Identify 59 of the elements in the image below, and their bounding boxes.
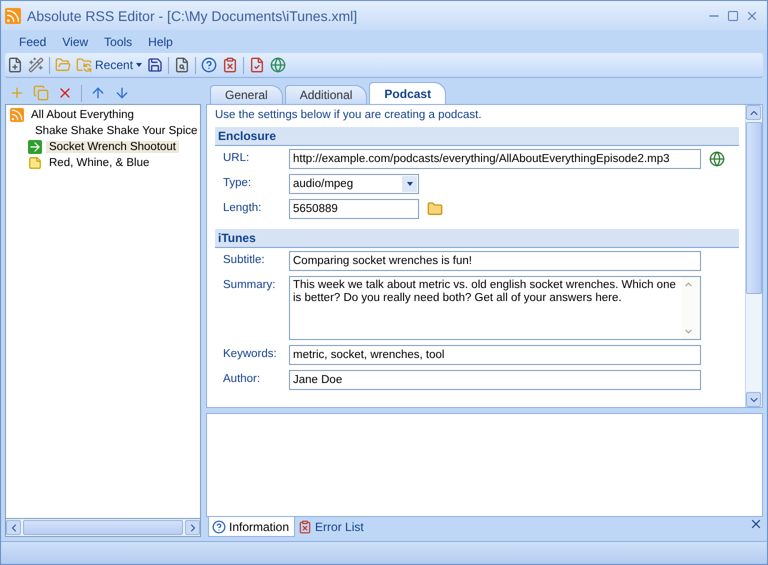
menu-item[interactable]: Tools [96, 34, 140, 48]
folder-icon [76, 57, 92, 73]
tab[interactable]: Additional [284, 85, 368, 104]
rss-icon [10, 108, 24, 122]
scroll-down-button[interactable] [746, 392, 761, 407]
preview-icon[interactable] [174, 57, 190, 73]
field-label: Subtitle: [223, 253, 266, 266]
input-field[interactable]: http://example.com/podcasts/everything/AllAboutEverythingEpisode2.mp3 [289, 149, 701, 169]
scroll-right-button[interactable] [185, 520, 200, 535]
field-label: URL: [223, 151, 250, 164]
bottom-tab[interactable]: Error List [295, 517, 369, 537]
maximize-button[interactable] [727, 10, 739, 22]
field-label: Type: [223, 176, 252, 189]
input-field[interactable]: Jane Doe [289, 370, 701, 390]
tree-item[interactable]: Socket Wrench Shootout [46, 141, 179, 153]
input-field[interactable]: 5650889 [289, 199, 419, 219]
move-down-icon[interactable] [114, 85, 130, 101]
note-icon [28, 156, 42, 170]
tree-item[interactable]: All About Everything [28, 109, 137, 121]
scroll-up-button[interactable] [746, 105, 761, 120]
tree-item[interactable]: Red, Whine, & Blue [46, 157, 152, 169]
field-label: Length: [223, 201, 262, 214]
field-label: Summary: [223, 278, 276, 291]
horizontal-scrollbar[interactable] [5, 519, 201, 537]
window-title: Absolute RSS Editor - [C:\My Documents\iTunes.xml] [27, 8, 358, 24]
input-field[interactable]: Comparing socket wrenches is fun! [289, 251, 701, 271]
section-header: iTunes [215, 229, 739, 248]
field-label: Author: [223, 372, 262, 385]
clipboard-error-icon [298, 520, 312, 534]
menu-item[interactable]: View [54, 34, 96, 48]
new-file-icon[interactable] [7, 57, 23, 73]
tab[interactable]: Podcast [369, 82, 446, 104]
help-icon[interactable] [201, 57, 218, 73]
type-dropdown[interactable]: audio/mpeg [289, 174, 419, 194]
bottom-tab[interactable]: Information [208, 517, 296, 537]
summary-field[interactable]: This week we talk about metric vs. old english socket wrenches. Which one is better? Do you really need both? Get all of your answers here. [289, 276, 701, 340]
wand-icon[interactable] [28, 57, 44, 73]
clipboard-error-icon[interactable] [222, 57, 238, 73]
close-panel-icon[interactable] [749, 517, 763, 531]
validate-icon[interactable] [249, 57, 266, 73]
field-label: Keywords: [223, 347, 278, 360]
intro-text: Use the settings below if you are creating a podcast. [215, 109, 483, 123]
globe-icon[interactable] [709, 151, 725, 167]
tab[interactable]: General [210, 85, 283, 104]
section-header: Enclosure [215, 127, 739, 146]
vertical-scrollbar[interactable] [745, 105, 762, 407]
tree-item[interactable]: Shake Shake Shake Your Spice [32, 125, 200, 137]
menu-item[interactable]: Help [140, 34, 181, 48]
help-icon [212, 520, 226, 534]
rss-icon [5, 8, 21, 24]
folder-icon[interactable] [427, 201, 443, 217]
globe-icon[interactable] [270, 57, 286, 73]
save-icon[interactable] [147, 57, 164, 73]
open-folder-icon[interactable] [55, 57, 71, 73]
move-up-icon[interactable] [90, 85, 106, 101]
scroll-left-button[interactable] [6, 520, 21, 535]
input-field[interactable]: metric, socket, wrenches, tool [289, 345, 701, 365]
menu-item[interactable]: Feed [11, 34, 54, 48]
recent-button[interactable]: Recent [76, 57, 142, 73]
